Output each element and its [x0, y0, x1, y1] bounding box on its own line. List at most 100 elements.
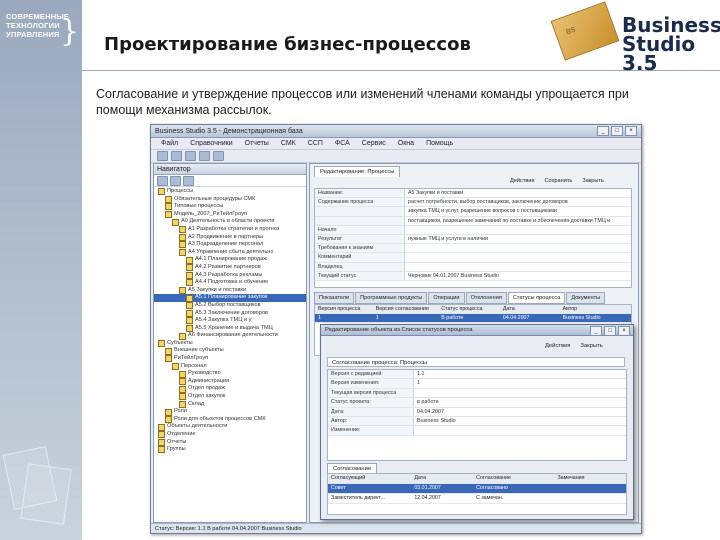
dialog-maximize-icon[interactable]: □: [604, 326, 616, 336]
menu-windows[interactable]: Окна: [398, 140, 414, 147]
tree-item[interactable]: Роли для объектов процессов СМК: [154, 416, 306, 424]
tab-5[interactable]: Документы: [566, 292, 606, 304]
tree-item[interactable]: А5.5 Хранение и выдача ТМЦ: [154, 325, 306, 333]
tree-item[interactable]: А2 Продвижение в партнеры: [154, 234, 306, 242]
toolbar-save-icon[interactable]: [185, 151, 196, 161]
field-value[interactable]: расчет потребности, выбор поставщиков, з…: [405, 198, 631, 206]
field-value[interactable]: поставщиков, разрешение замечаний по пос…: [405, 217, 631, 225]
actions-button[interactable]: Действия: [510, 178, 535, 184]
menu-directories[interactable]: Справочники: [190, 140, 232, 147]
dialog-minimize-icon[interactable]: _: [590, 326, 602, 336]
column-header[interactable]: Замечания: [554, 474, 626, 483]
tree-item[interactable]: А4.1 Планирование продаж: [154, 256, 306, 264]
field-value[interactable]: в работе: [414, 398, 626, 406]
field-value[interactable]: А5 Закупки и поставки: [405, 189, 631, 197]
tree-item[interactable]: Склад: [154, 401, 306, 409]
minimize-icon[interactable]: _: [597, 126, 609, 136]
tab-0[interactable]: Показатели: [314, 292, 355, 304]
toolbar-print-icon[interactable]: [199, 151, 210, 161]
table-row[interactable]: 1 1 В работе 04.04.2007 Business Studio: [315, 314, 631, 323]
tree-item[interactable]: А5.4 Закупка ТМЦ и у: [154, 317, 306, 325]
menu-reports[interactable]: Отчеты: [245, 140, 269, 147]
field-value[interactable]: 1.1: [414, 370, 626, 378]
field-value[interactable]: 04.04.2007: [414, 408, 626, 416]
tree-item[interactable]: Руководство: [154, 370, 306, 378]
column-header[interactable]: Дата: [411, 474, 473, 483]
menu-service[interactable]: Сервис: [362, 140, 386, 147]
column-header[interactable]: Согласование: [473, 474, 554, 483]
tree-item[interactable]: Объекты деятельности: [154, 423, 306, 431]
field-value[interactable]: [414, 389, 626, 397]
dialog-close-icon[interactable]: ×: [618, 326, 630, 336]
tree-item[interactable]: Обязательные процедуры СМК: [154, 196, 306, 204]
column-header[interactable]: Статус процесса: [438, 305, 500, 313]
close-icon[interactable]: ×: [625, 126, 637, 136]
tab-1[interactable]: Программные продукты: [355, 292, 428, 304]
tree-item[interactable]: Субъекты: [154, 340, 306, 348]
tab-4[interactable]: Статусы процесса: [507, 292, 566, 304]
menu-smk[interactable]: СМК: [281, 140, 296, 147]
tree-item[interactable]: А4 Управление сбыта деятельно: [154, 249, 306, 257]
maximize-icon[interactable]: □: [611, 126, 623, 136]
tree-item[interactable]: Администрация: [154, 378, 306, 386]
nav-add-icon[interactable]: [157, 176, 168, 186]
field-value[interactable]: [405, 263, 631, 271]
tree-item[interactable]: А3 Подразделение персонал: [154, 241, 306, 249]
nav-delete-icon[interactable]: [170, 176, 181, 186]
toolbar-new-icon[interactable]: [157, 151, 168, 161]
tree-item[interactable]: А0 Деятельность в области проекти: [154, 218, 306, 226]
close-button[interactable]: Закрыть: [582, 178, 604, 184]
tree-item[interactable]: А4.2 Развитие партнеров: [154, 264, 306, 272]
field-value[interactable]: Business Studio: [414, 417, 626, 425]
tree-item[interactable]: Роли: [154, 408, 306, 416]
dialog-close-button[interactable]: Закрыть: [580, 343, 602, 349]
field-value[interactable]: [414, 426, 626, 434]
dialog-actions-button[interactable]: Действия: [545, 343, 570, 349]
column-header[interactable]: Версия согласования: [373, 305, 439, 313]
tree-item[interactable]: А5.3 Заключение договоров: [154, 310, 306, 318]
toolbar-refresh-icon[interactable]: [213, 151, 224, 161]
column-header[interactable]: Дата: [500, 305, 560, 313]
tree-item[interactable]: А1 Разработка стратегии и прогноз: [154, 226, 306, 234]
slide-description: Согласование и утверждение процессов или…: [96, 87, 629, 117]
tree-item[interactable]: А5.2 Выбор поставщиков: [154, 302, 306, 310]
tree-item[interactable]: Модель_2007_РиТейлГроуп: [154, 211, 306, 219]
save-button[interactable]: Сохранить: [545, 178, 573, 184]
tree-item[interactable]: Типовые процессы: [154, 203, 306, 211]
tree-item[interactable]: А4.3 Разработка рекламы: [154, 272, 306, 280]
menu-file[interactable]: Файл: [161, 140, 178, 147]
tree-item[interactable]: Процессы: [154, 188, 306, 196]
tree-item[interactable]: Отдел продаж: [154, 385, 306, 393]
tree-item[interactable]: РиТейлГроуп: [154, 355, 306, 363]
column-header[interactable]: Версия процесса: [315, 305, 373, 313]
tab-3[interactable]: Отклонения: [465, 292, 507, 304]
field-value[interactable]: 1: [414, 379, 626, 387]
tree-item[interactable]: Персонал: [154, 363, 306, 371]
field-value[interactable]: [405, 244, 631, 252]
field-value[interactable]: закупка ТМЦ и услуг, разрешение вопросов…: [405, 207, 631, 215]
tree-item[interactable]: Отделение: [154, 431, 306, 439]
document-tab[interactable]: Редактирование: Процессы: [314, 166, 401, 177]
tree-item[interactable]: Группы: [154, 446, 306, 454]
menu-ssp[interactable]: ССП: [308, 140, 323, 147]
tree-item[interactable]: А6 Финансирование деятельности: [154, 332, 306, 340]
field-value[interactable]: Черновик 04.01.2007 Business Studio: [405, 272, 631, 280]
field-value[interactable]: [405, 253, 631, 261]
nav-filter-icon[interactable]: [183, 176, 194, 186]
tree-item[interactable]: А4.4 Подготовка и обучение: [154, 279, 306, 287]
tree-item[interactable]: А5.1 Планирование закупок: [154, 294, 306, 302]
tree-item[interactable]: А5 Закупки и поставки: [154, 287, 306, 295]
tree-item[interactable]: Отдел закупок: [154, 393, 306, 401]
menu-fsa[interactable]: ФСА: [335, 140, 350, 147]
tree-item[interactable]: Внешние субъекты: [154, 347, 306, 355]
menu-help[interactable]: Помощь: [426, 140, 453, 147]
field-value[interactable]: [405, 226, 631, 234]
table-row[interactable]: Совет 03.01.2007 Согласовано: [328, 484, 626, 494]
column-header[interactable]: Автор: [560, 305, 631, 313]
tree-item[interactable]: Отчеты: [154, 439, 306, 447]
column-header[interactable]: Согласующий: [328, 474, 411, 483]
table-row[interactable]: Заместитель директ... 12.04.2007 С замечан…: [328, 494, 626, 504]
toolbar-open-icon[interactable]: [171, 151, 182, 161]
tab-2[interactable]: Операции: [428, 292, 465, 304]
field-value[interactable]: нужные ТМЦ и услуги в наличии: [405, 235, 631, 243]
